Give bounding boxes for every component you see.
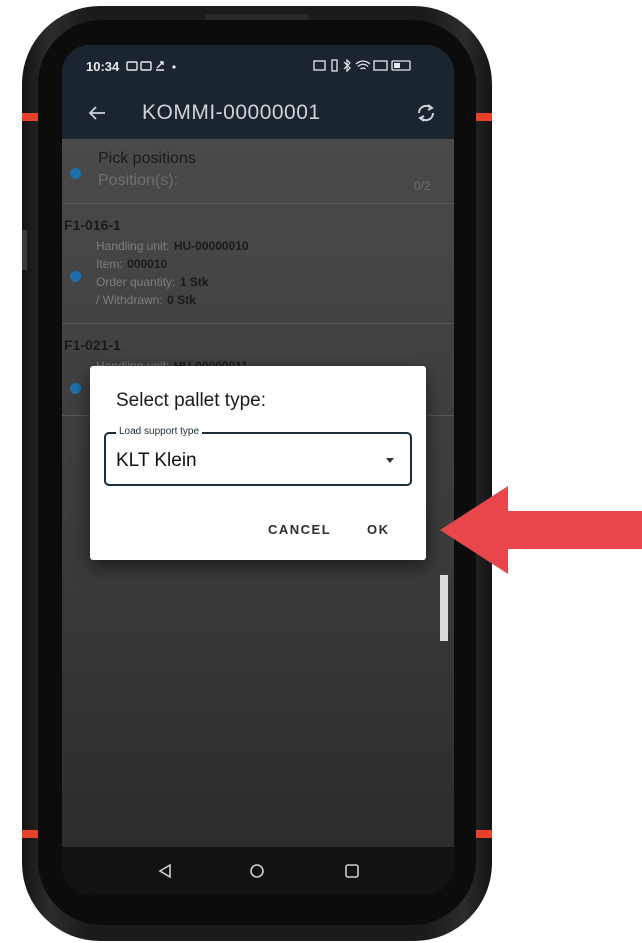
header-title: Pick positions (98, 150, 196, 167)
item-value: 000010 (127, 257, 168, 271)
order-quantity-value: 1 Stk (179, 275, 209, 289)
divider (62, 323, 454, 324)
list-header-item[interactable]: Pick positions Position(s): 0/2 (62, 139, 454, 203)
scrollbar-thumb[interactable] (440, 575, 448, 641)
header-subtitle: Position(s): (98, 172, 179, 189)
load-support-type-select[interactable]: Load support type KLT Klein (104, 426, 412, 486)
sync-icon[interactable] (414, 101, 438, 125)
callout-arrow-icon (440, 486, 642, 574)
phone-earpiece (205, 14, 309, 20)
list-item[interactable]: F1-016-1 Handling unit: HU-00000010 Item… (62, 205, 454, 325)
pallet-type-dialog: Select pallet type: Load support type KL… (90, 366, 426, 560)
chevron-down-icon (386, 458, 394, 463)
notification-icons (126, 61, 176, 71)
status-dot (70, 383, 81, 394)
circle-home-icon[interactable] (249, 863, 265, 879)
withdrawn-label: / Withdrawn: (96, 293, 163, 307)
status-dot (70, 168, 81, 179)
square-recents-icon[interactable] (344, 863, 360, 879)
status-bar: 10:34 (62, 45, 454, 87)
status-dot (70, 271, 81, 282)
position-location: F1-016-1 (64, 217, 121, 233)
status-time: 10:34 (86, 59, 120, 74)
handling-unit-label: Handling unit: (96, 239, 170, 253)
dialog-title: Select pallet type: (116, 390, 266, 411)
withdrawn-value: 0 Stk (167, 293, 196, 307)
navigation-bar (62, 847, 454, 895)
handling-unit-value: HU-00000010 (173, 239, 249, 253)
divider (62, 203, 454, 204)
header-count: 0/2 (414, 179, 431, 193)
field-value: KLT Klein (116, 450, 197, 471)
cancel-button[interactable]: CANCEL (268, 522, 331, 537)
item-label: Item: (96, 257, 123, 271)
app-bar: KOMMI-00000001 (62, 87, 454, 139)
page-title: KOMMI-00000001 (142, 101, 321, 124)
phone-side-button (22, 230, 27, 270)
system-status-icons (313, 59, 411, 73)
position-location: F1-021-1 (64, 337, 121, 353)
triangle-back-icon[interactable] (157, 863, 173, 879)
order-quantity-label: Order quantity: (96, 275, 176, 289)
ok-button[interactable]: OK (367, 522, 390, 537)
arrow-left-icon[interactable] (88, 105, 106, 121)
field-label: Load support type (116, 426, 203, 437)
